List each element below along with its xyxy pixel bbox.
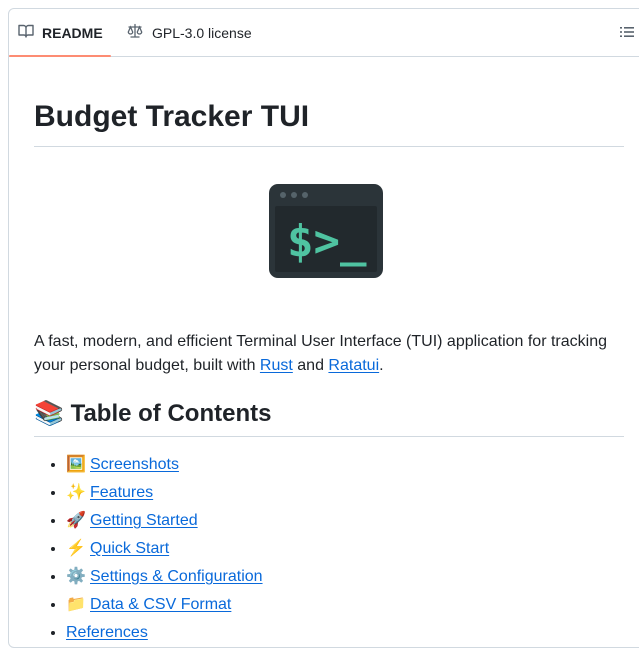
toc-list: 🖼️Screenshots✨Features🚀Getting Started⚡Q… xyxy=(34,453,263,649)
toc-link-label: Features xyxy=(90,484,154,501)
toc-emoji: ✨ xyxy=(66,484,86,501)
toc-link-label: References xyxy=(66,624,148,641)
toc-item: 🚀Getting Started xyxy=(66,509,263,537)
list-icon xyxy=(619,27,635,44)
toc-link[interactable]: ⚡ Quick Start xyxy=(66,540,169,557)
rust-link[interactable]: Rust xyxy=(260,357,293,374)
toc-emoji: 📁 xyxy=(66,596,86,613)
toc-heading-text: Table of Contents xyxy=(70,400,272,427)
tab-license-label: GPL-3.0 license xyxy=(152,24,252,41)
description-period: . xyxy=(379,357,384,374)
toc-item: References xyxy=(66,621,263,649)
toc-link[interactable]: ⚙️ Settings & Configuration xyxy=(66,568,263,585)
toc-emoji: 🖼️ xyxy=(66,456,86,473)
toc-link[interactable]: References xyxy=(66,624,148,641)
toc-link[interactable]: ✨ Features xyxy=(66,484,153,501)
tab-readme-label: README xyxy=(42,24,103,41)
page-title: Budget Tracker TUI xyxy=(34,98,624,147)
tab-license[interactable]: GPL-3.0 license xyxy=(127,9,252,56)
toc-link[interactable]: 📁 Data & CSV Format xyxy=(66,596,231,613)
description-and: and xyxy=(292,357,329,374)
toc-link-label: Quick Start xyxy=(90,540,170,557)
toc-item: 📁Data & CSV Format xyxy=(66,593,263,621)
tab-bar: README GPL-3.0 license xyxy=(9,9,639,57)
toc-link-label: Screenshots xyxy=(90,456,179,473)
toc-heading: 📚 Table of Contents xyxy=(34,398,624,437)
toc-item: ✨Features xyxy=(66,481,263,509)
toc-link[interactable]: 🚀 Getting Started xyxy=(66,512,198,529)
terminal-icon: $>_ xyxy=(269,184,383,278)
ratatui-link[interactable]: Ratatui xyxy=(328,357,379,374)
books-emoji: 📚 xyxy=(34,400,64,427)
tab-readme[interactable]: README xyxy=(9,9,111,57)
active-tab-indicator xyxy=(9,55,111,57)
scale-icon xyxy=(127,23,143,42)
toc-link-label: Data & CSV Format xyxy=(90,596,232,613)
logo-text: $>_ xyxy=(287,216,367,267)
outline-list-button[interactable] xyxy=(619,24,637,42)
toc-emoji: ⚙️ xyxy=(66,568,86,585)
toc-emoji: ⚡ xyxy=(66,540,86,557)
toc-item: ⚙️Settings & Configuration xyxy=(66,565,263,593)
toc-link-label: Getting Started xyxy=(90,512,198,529)
toc-item: 🖼️Screenshots xyxy=(66,453,263,481)
readme-panel: README GPL-3.0 license Budget Tracker TU… xyxy=(8,8,639,648)
toc-emoji: 🚀 xyxy=(66,512,86,529)
toc-link-label: Settings & Configuration xyxy=(90,568,263,585)
toc-link[interactable]: 🖼️ Screenshots xyxy=(66,456,179,473)
description: A fast, modern, and efficient Terminal U… xyxy=(34,330,624,378)
book-icon xyxy=(18,23,34,42)
toc-item: ⚡Quick Start xyxy=(66,537,263,565)
